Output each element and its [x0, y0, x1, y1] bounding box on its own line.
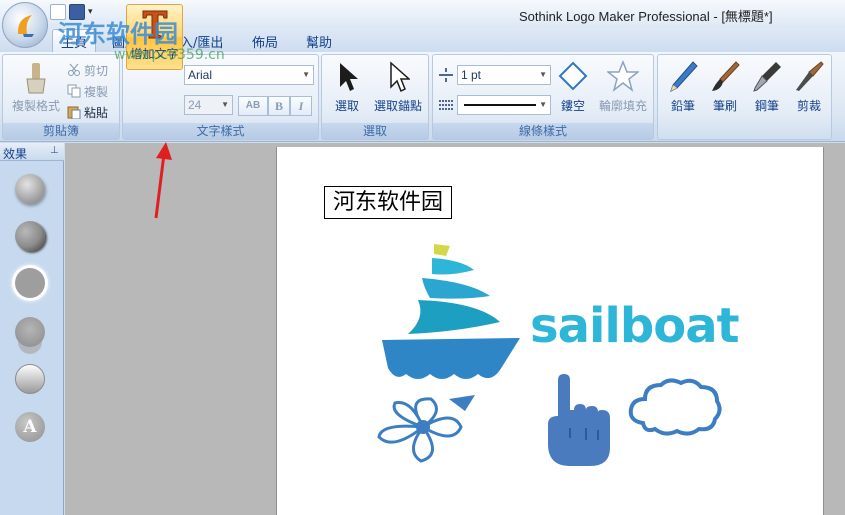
character-spacing-button[interactable]: AB [238, 96, 268, 116]
font-family-select[interactable]: Arial ▼ [184, 65, 314, 85]
effect-shadow-button[interactable] [15, 221, 45, 251]
italic-label: I [298, 99, 304, 113]
pencil-label: 鉛筆 [670, 99, 695, 113]
effects-panel-title: 效果 [3, 147, 28, 161]
effect-text-letter: A [23, 417, 37, 437]
effect-gradient-button[interactable] [15, 364, 45, 394]
paste-button[interactable]: 粘貼 [67, 103, 108, 121]
cut-label: 剪切 [84, 63, 109, 78]
select-anchor-label: 選取錨點 [373, 99, 422, 113]
knife-icon [796, 61, 824, 91]
copy-icon [67, 84, 81, 98]
select-arrow-icon [340, 63, 358, 91]
line-style-group-label: 線條樣式 [433, 123, 653, 139]
pin-icon[interactable]: ⊥ [50, 145, 59, 156]
pencil-icon [670, 61, 698, 92]
select-anchor-button[interactable]: 選取錨點 [368, 57, 428, 123]
pencil-button[interactable]: 鉛筆 [663, 57, 703, 123]
font-size-select[interactable]: 24 ▼ [184, 95, 233, 115]
select-group-label: 選取 [322, 123, 428, 139]
hollow-button[interactable]: 鏤空 [555, 57, 591, 123]
brush-icon [712, 61, 740, 91]
line-type-icon [438, 98, 454, 112]
solid-line-preview [464, 104, 536, 106]
scissors-icon [67, 63, 81, 77]
chevron-down-icon: ▼ [302, 70, 310, 79]
bold-label: B [274, 99, 283, 113]
select-anchor-arrow-icon [390, 61, 410, 93]
italic-button[interactable]: I [290, 96, 312, 116]
clipboard-group: 複製格式 剪切 複製 粘貼 剪貼簿 [2, 54, 120, 140]
effect-text-button[interactable]: A [15, 412, 45, 442]
paste-icon [67, 105, 81, 120]
app-menu-button[interactable] [2, 2, 48, 48]
pen-label: 鋼筆 [754, 99, 779, 113]
copy-button[interactable]: 複製 [67, 82, 108, 100]
logo-wordmark[interactable]: sailboat [530, 298, 740, 354]
window-title: Sothink Logo Maker Professional - [無標題*] [519, 9, 773, 24]
chevron-down-icon: ▼ [539, 70, 547, 79]
pen-button[interactable]: 鋼筆 [747, 57, 787, 123]
line-width-icon [438, 67, 454, 83]
chevron-down-icon: ▼ [221, 100, 229, 109]
font-family-value: Arial [188, 68, 213, 82]
effects-panel-header: 效果 ⊥ [0, 143, 64, 161]
paste-label: 粘貼 [84, 105, 109, 120]
line-type-select[interactable]: ▼ [457, 95, 551, 115]
character-spacing-label: AB [245, 100, 261, 111]
top-sail [432, 258, 474, 275]
format-brush-icon [26, 63, 46, 94]
boat-hull [382, 338, 520, 379]
copy-label: 複製 [84, 84, 109, 99]
drawing-tools-group: 鉛筆 筆刷 鋼筆 剪裁 [657, 54, 832, 140]
cut-button[interactable]: 剪切 [67, 61, 108, 79]
watermark-title: 河东软件园 [58, 20, 178, 48]
select-label: 選取 [334, 99, 359, 113]
star-icon [607, 60, 639, 92]
brush-label: 筆刷 [712, 99, 737, 113]
effect-glow-button[interactable] [15, 268, 45, 298]
effects-panel: 效果 ⊥ A [0, 143, 64, 515]
tab-help[interactable]: 幫助 [306, 32, 332, 51]
select-button[interactable]: 選取 [328, 57, 366, 123]
annotation-arrow-icon [154, 142, 172, 219]
cut-tool-label: 剪裁 [796, 99, 821, 113]
copy-format-button[interactable]: 複製格式 [5, 57, 67, 123]
text-object[interactable]: 河东软件园 [324, 186, 452, 219]
effect-reflection-button[interactable] [15, 317, 45, 347]
text-style-group-label: 文字樣式 [123, 123, 318, 139]
chevron-down-icon: ▼ [539, 100, 547, 109]
app-logo-icon [17, 15, 34, 37]
line-width-value: 1 pt [461, 68, 482, 82]
clipboard-group-label: 剪貼簿 [3, 123, 119, 139]
flag-shape [434, 244, 450, 256]
line-width-select[interactable]: 1 pt ▼ [457, 65, 551, 85]
cut-tool-button[interactable]: 剪裁 [789, 57, 829, 123]
copy-format-label: 複製格式 [11, 99, 60, 113]
bottom-sail [408, 300, 500, 334]
sailboat-logo-graphic[interactable] [382, 242, 522, 386]
outline-fill-label: 輪廓填充 [598, 99, 647, 113]
hollow-label: 鏤空 [560, 99, 585, 113]
pointing-hand-graphic[interactable] [544, 374, 612, 467]
brush-button[interactable]: 筆刷 [705, 57, 745, 123]
middle-sail [422, 278, 490, 299]
flower-graphic[interactable] [365, 393, 480, 465]
select-group: 選取 選取錨點 選取 [321, 54, 429, 140]
cloud-graphic[interactable] [627, 377, 723, 439]
tab-layout[interactable]: 佈局 [252, 32, 278, 51]
fountain-pen-icon [753, 62, 781, 92]
font-size-value: 24 [188, 98, 202, 112]
bold-button[interactable]: B [268, 96, 290, 116]
watermark-url: www.pc0359.cn [114, 47, 225, 63]
outline-fill-button[interactable]: 輪廓填充 [595, 57, 651, 123]
hollow-diamond-icon [558, 61, 588, 91]
effect-raised-button[interactable] [15, 174, 45, 204]
